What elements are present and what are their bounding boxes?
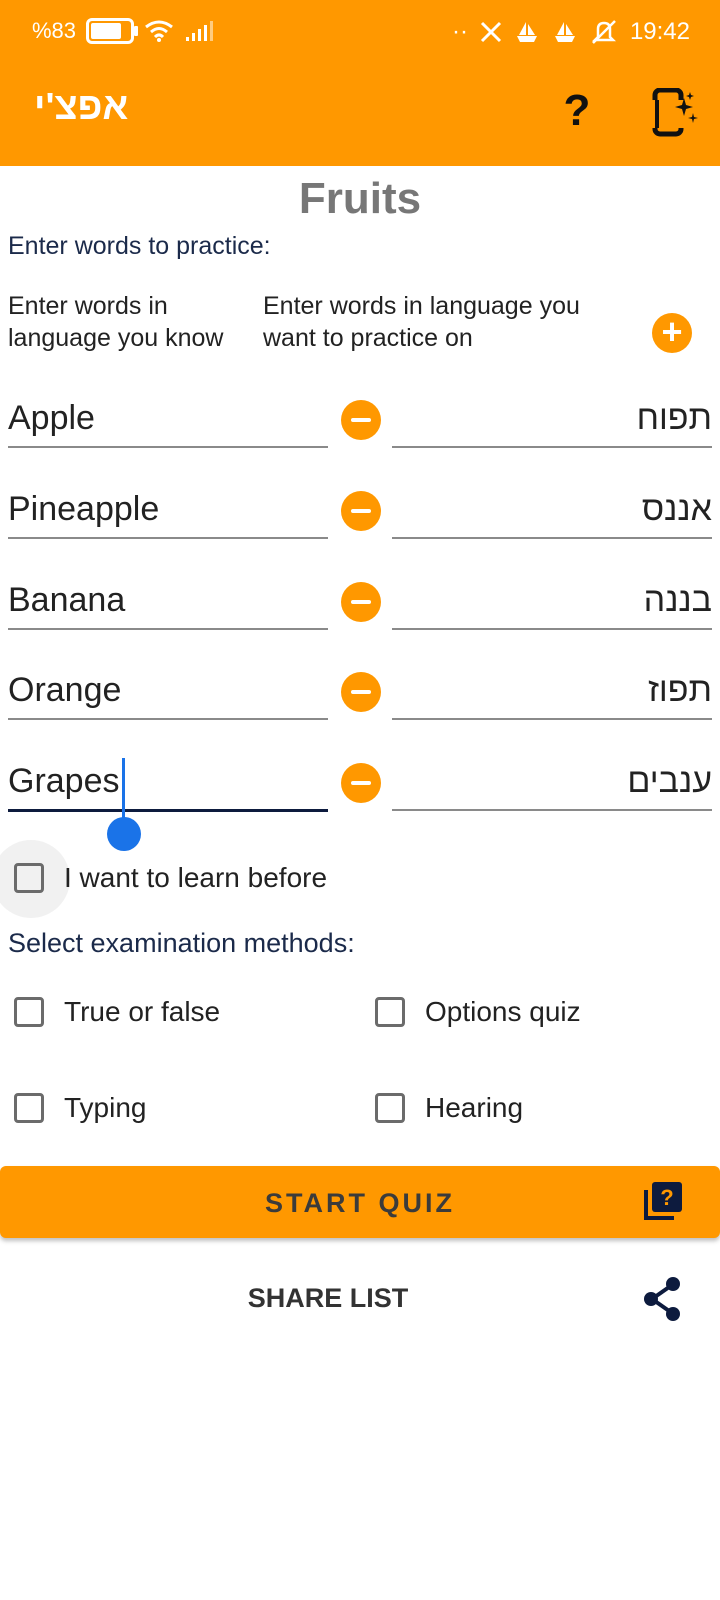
options-quiz-checkbox[interactable] <box>375 997 405 1027</box>
app-bar: %83 ·· 19:42 אפצ'י ? <box>0 0 720 166</box>
wifi-icon <box>145 20 173 42</box>
battery-icon <box>86 18 139 44</box>
share-list-button[interactable]: SHARE LIST <box>0 1265 720 1335</box>
help-button[interactable]: ? <box>555 86 599 136</box>
ai-phone-icon[interactable] <box>652 88 698 138</box>
hearing-label: Hearing <box>425 1092 524 1123</box>
remove-word-button[interactable] <box>341 400 381 440</box>
known-word-field[interactable]: Banana <box>8 572 328 630</box>
practice-word-field[interactable]: בננה <box>392 572 712 630</box>
battery-percent: %83 <box>32 18 77 43</box>
x-app-icon <box>480 21 501 43</box>
add-word-button[interactable]: + <box>652 313 692 353</box>
practice-word-field[interactable]: ענבים <box>392 753 712 811</box>
word-row: Orange תפוז <box>0 662 720 742</box>
svg-text:?: ? <box>660 1185 673 1210</box>
text-cursor <box>122 758 125 818</box>
share-icon <box>644 1277 680 1321</box>
learn-before-checkbox[interactable] <box>14 863 44 893</box>
typing-label: Typing <box>64 1092 147 1123</box>
hearing-checkbox[interactable] <box>375 1093 405 1123</box>
word-row: Banana בננה <box>0 572 720 652</box>
start-quiz-button[interactable]: START QUIZ ? <box>0 1166 720 1238</box>
options-quiz-option[interactable]: Options quiz <box>375 996 581 1028</box>
cursor-handle[interactable] <box>107 817 141 851</box>
known-word-field[interactable]: Pineapple <box>8 481 328 539</box>
start-quiz-label: START QUIZ <box>265 1188 455 1218</box>
learn-before-label: I want to learn before <box>64 862 328 893</box>
typing-checkbox[interactable] <box>14 1093 44 1123</box>
word-row: Pineapple אננס <box>0 481 720 561</box>
mute-icon <box>591 20 616 44</box>
share-list-label: SHARE LIST <box>247 1283 409 1313</box>
true-false-checkbox[interactable] <box>14 997 44 1027</box>
practice-word-field[interactable]: תפוז <box>392 662 712 720</box>
remove-word-button[interactable] <box>341 672 381 712</box>
practice-word-field[interactable]: תפוח <box>392 390 712 448</box>
remove-word-button[interactable] <box>341 491 381 531</box>
hearing-option[interactable]: Hearing <box>375 1092 523 1124</box>
remove-word-button[interactable] <box>341 582 381 622</box>
exam-methods-label: Select examination methods: <box>8 928 355 958</box>
known-word-field[interactable]: Grapes <box>8 753 328 812</box>
practice-word-field[interactable]: אננס <box>392 481 712 539</box>
practice-language-hint: Enter words in language you want to prac… <box>263 292 580 352</box>
notification-dots: ·· <box>451 18 468 45</box>
word-row: Apple תפוח <box>0 390 720 470</box>
learn-before-option[interactable]: I want to learn before <box>14 862 327 894</box>
ship-notification-icon <box>516 22 537 42</box>
status-bar: %83 ·· 19:42 <box>0 0 720 70</box>
known-language-hint: Enter words in language you know <box>8 292 224 352</box>
known-word-field[interactable]: Orange <box>8 662 328 720</box>
known-word-field[interactable]: Apple <box>8 390 328 448</box>
true-false-option[interactable]: True or false <box>14 996 220 1028</box>
list-title: Fruits <box>298 174 422 223</box>
options-quiz-label: Options quiz <box>425 996 581 1027</box>
signal-icon <box>186 21 214 41</box>
typing-option[interactable]: Typing <box>14 1092 147 1124</box>
remove-word-button[interactable] <box>341 763 381 803</box>
ship-notification-icon <box>554 22 575 42</box>
word-row: Grapes ענבים <box>0 753 720 833</box>
true-false-label: True or false <box>64 996 221 1027</box>
enter-words-label: Enter words to practice: <box>8 232 271 260</box>
status-time: 19:42 <box>629 18 690 45</box>
quiz-icon: ? <box>644 1182 682 1220</box>
app-title: אפצ'י <box>34 86 129 128</box>
